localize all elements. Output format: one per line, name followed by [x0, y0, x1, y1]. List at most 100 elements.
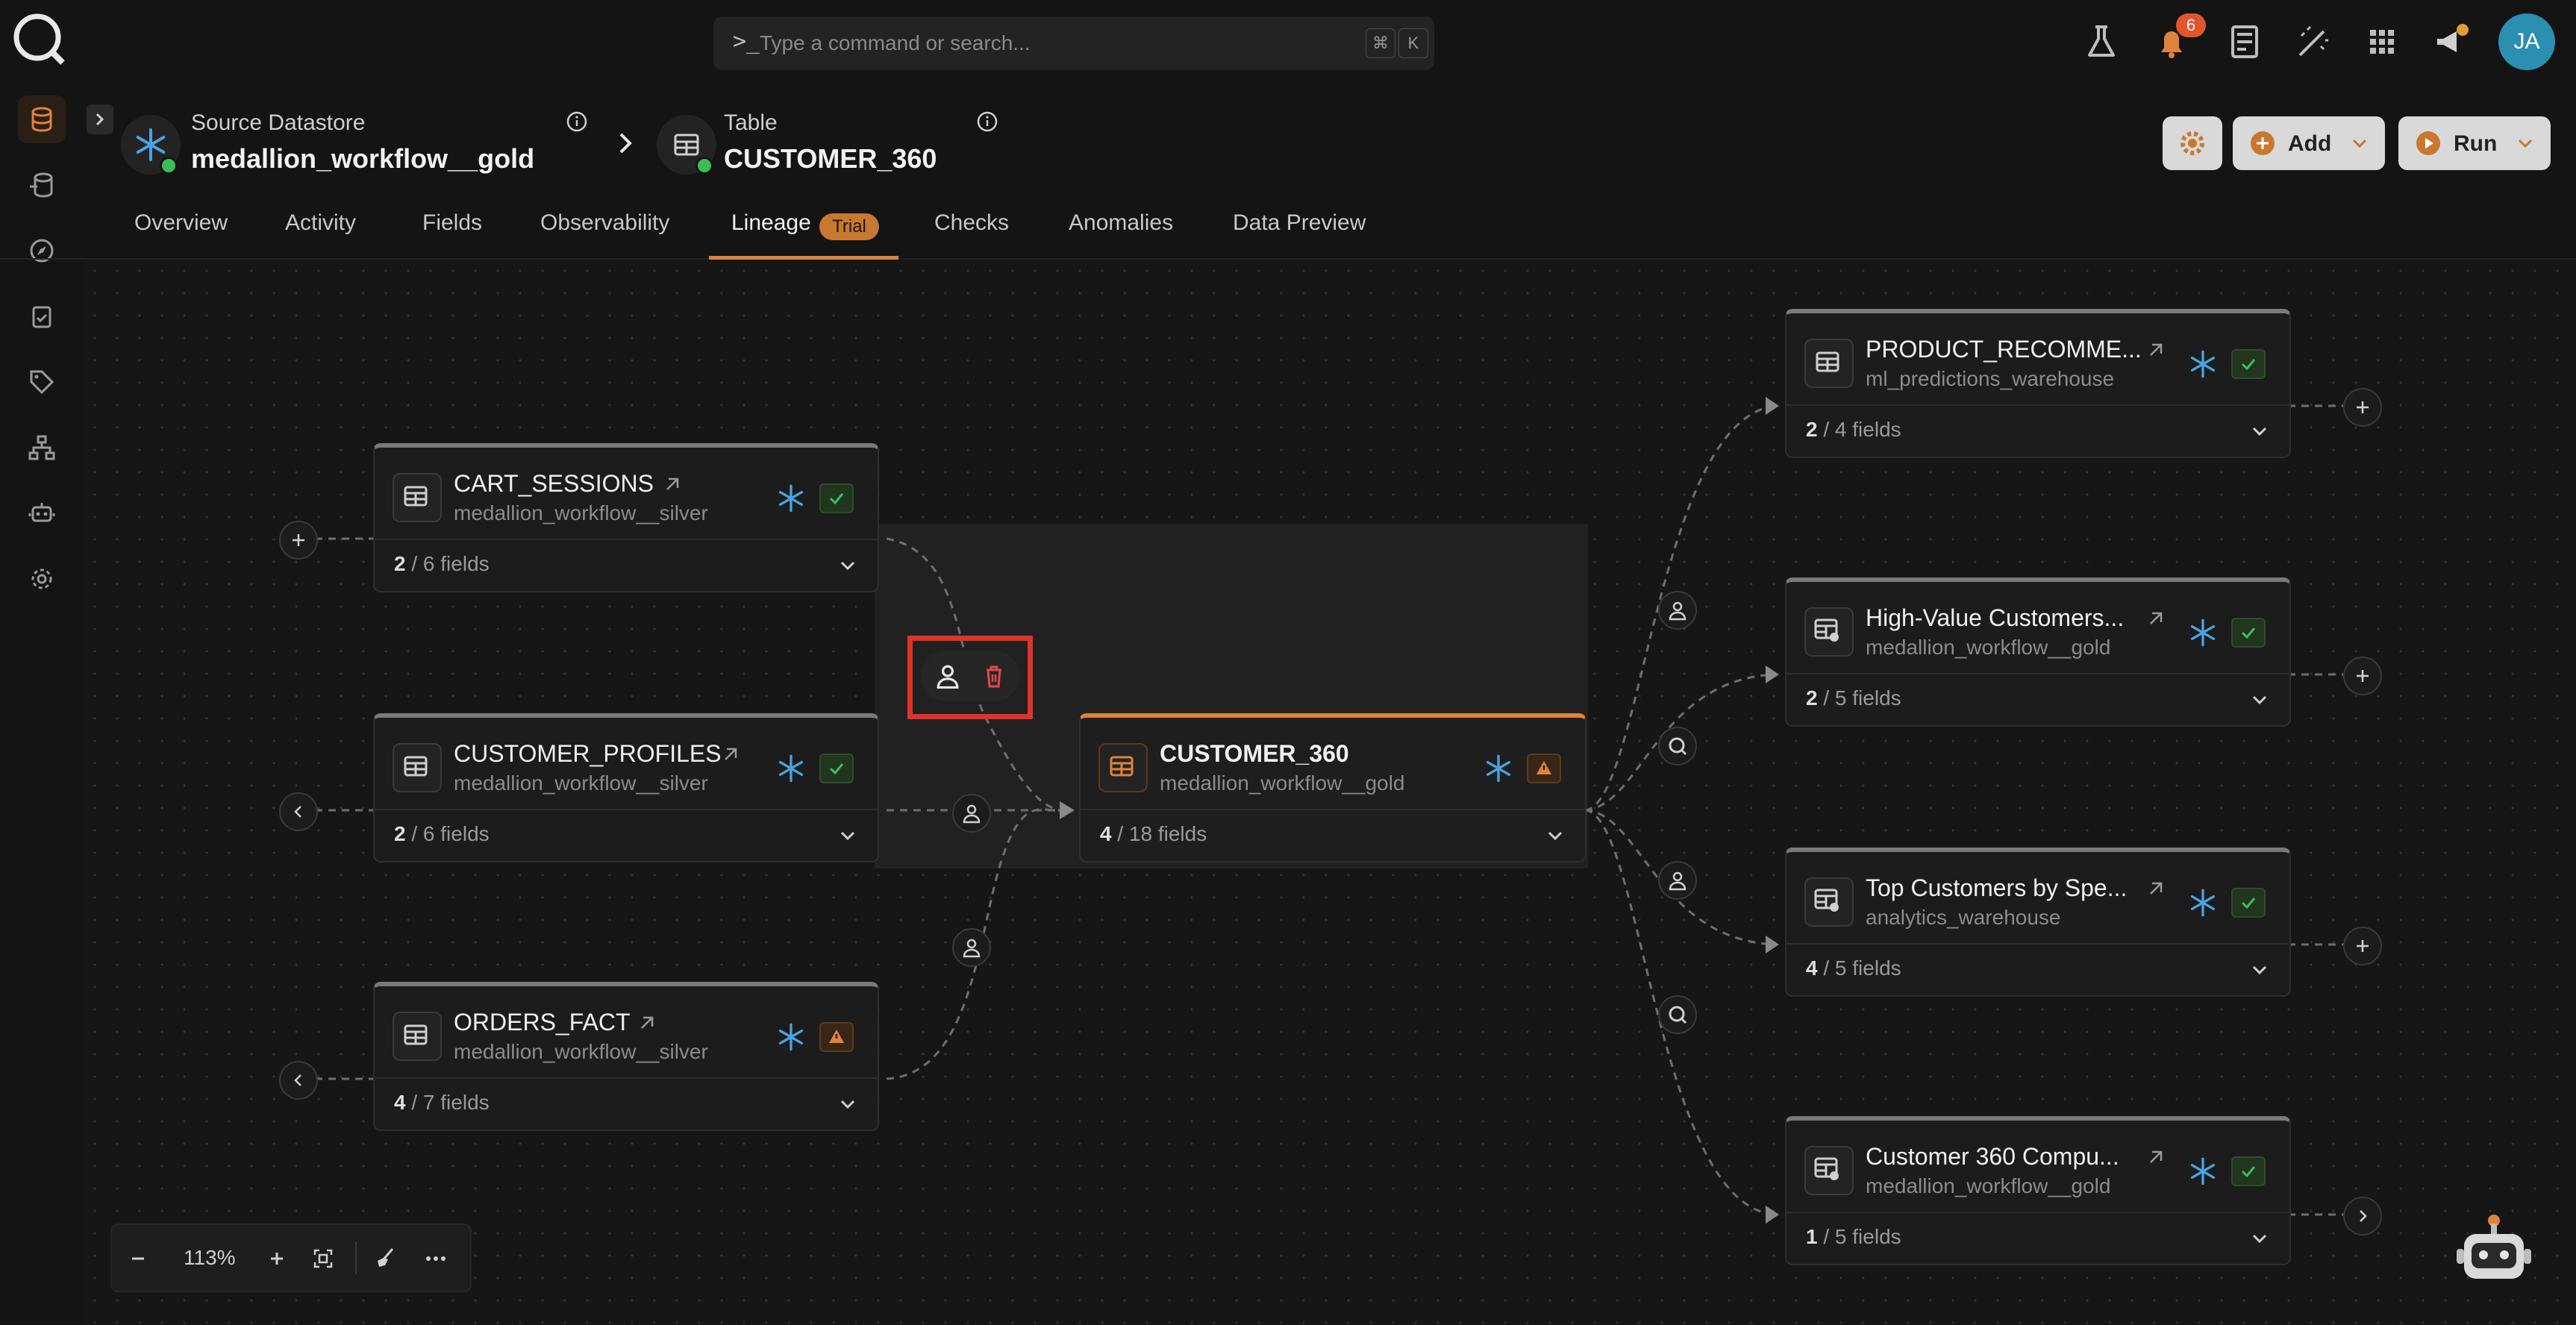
lineage-node-high-value-customers[interactable]: High-Value Customers... medallion_workfl…: [1785, 577, 2291, 727]
plus-icon: [2357, 670, 2369, 682]
external-link-icon[interactable]: [2145, 607, 2167, 630]
status-ok-badge: [819, 754, 854, 783]
fields-summary: 4 / 18 fields: [1100, 822, 1207, 845]
node-name: CUSTOMER_360: [1160, 740, 1349, 767]
node-datastore: medallion_workflow__gold: [1160, 771, 1405, 795]
node-name: PRODUCT_RECOMME...: [1866, 336, 2142, 363]
status-ok-badge: [2231, 618, 2266, 648]
fit-view-icon[interactable]: [312, 1247, 334, 1270]
external-link-icon[interactable]: [661, 473, 684, 495]
node-datastore: ml_predictions_warehouse: [1866, 367, 2115, 390]
chevron-down-icon[interactable]: [2249, 692, 2270, 707]
snowflake-icon: [2190, 1157, 2216, 1185]
node-datastore: medallion_workflow__gold: [1866, 1174, 2111, 1197]
edge-action-toolbar: [921, 651, 1019, 701]
external-link-icon[interactable]: [2145, 339, 2167, 361]
canvas-toolbar: 113%: [110, 1224, 472, 1292]
edge-owner-icon[interactable]: [952, 928, 991, 967]
edge-owner-icon[interactable]: [1658, 861, 1697, 900]
fields-summary: 4 / 5 fields: [1806, 956, 1901, 980]
trash-icon[interactable]: [981, 662, 1007, 689]
lineage-node-top-customers[interactable]: Top Customers by Spe... analytics_wareho…: [1785, 848, 2291, 997]
lineage-node-customer-360[interactable]: CUSTOMER_360 medallion_workflow__gold 4 …: [1079, 713, 1586, 862]
collapse-upstream-button[interactable]: [279, 1061, 318, 1100]
lineage-node-product-recomme[interactable]: PRODUCT_RECOMME... ml_predictions_wareho…: [1785, 309, 2291, 458]
node-name: Top Customers by Spe...: [1866, 874, 2128, 901]
external-link-icon[interactable]: [719, 743, 742, 765]
node-name: High-Value Customers...: [1866, 604, 2125, 631]
lineage-node-orders-fact[interactable]: ORDERS_FACT medallion_workflow__silver 4…: [373, 982, 879, 1131]
lineage-node-customer-profiles[interactable]: CUSTOMER_PROFILES medallion_workflow__si…: [373, 713, 879, 862]
node-name: CUSTOMER_PROFILES: [454, 740, 722, 767]
snowflake-icon: [1486, 754, 1511, 783]
edge-qualytics-icon[interactable]: [1658, 727, 1697, 765]
table-icon: [393, 473, 442, 522]
node-name: CART_SESSIONS: [454, 470, 654, 497]
expand-downstream-button[interactable]: [2343, 927, 2382, 965]
collapse-upstream-button[interactable]: [279, 792, 318, 831]
chevron-down-icon[interactable]: [2249, 1231, 2270, 1246]
external-link-icon[interactable]: [2145, 877, 2167, 900]
chevron-left-icon: [294, 806, 301, 818]
chevron-down-icon[interactable]: [2249, 962, 2270, 977]
lineage-node-cart-sessions[interactable]: CART_SESSIONS medallion_workflow__silver…: [373, 443, 879, 592]
expand-downstream-button[interactable]: [2343, 1197, 2382, 1235]
assistant-bot-button[interactable]: [2449, 1206, 2539, 1295]
status-ok-badge: [2231, 1156, 2266, 1186]
table-icon: [393, 743, 442, 792]
expand-upstream-button[interactable]: [279, 521, 318, 560]
status-ok-badge: [819, 483, 854, 513]
chevron-down-icon[interactable]: [837, 828, 858, 843]
external-link-icon[interactable]: [636, 1012, 658, 1034]
fields-summary: 2 / 6 fields: [394, 822, 490, 845]
status-ok-badge: [2231, 349, 2266, 379]
expand-downstream-button[interactable]: [2343, 388, 2382, 427]
fields-summary: 2 / 4 fields: [1806, 418, 1901, 441]
snowflake-icon: [778, 484, 804, 513]
owner-icon[interactable]: [934, 662, 961, 689]
node-datastore: medallion_workflow__silver: [454, 1040, 708, 1063]
status-warning-badge: [1527, 754, 1561, 783]
plus-icon: [2357, 401, 2369, 413]
snowflake-icon: [2190, 889, 2216, 917]
expand-downstream-button[interactable]: [2343, 657, 2382, 695]
plus-icon: [2357, 940, 2369, 952]
snowflake-icon: [778, 1023, 804, 1051]
computed-table-icon: [1804, 877, 1854, 927]
zoom-level: 113%: [184, 1246, 236, 1269]
status-ok-badge: [2231, 888, 2266, 918]
chevron-left-icon: [294, 1074, 301, 1086]
edge-owner-icon[interactable]: [952, 794, 991, 833]
broom-icon[interactable]: [373, 1246, 397, 1270]
table-icon: [1098, 743, 1148, 792]
external-link-icon[interactable]: [2145, 1146, 2167, 1168]
fields-summary: 4 / 7 fields: [394, 1091, 490, 1114]
edge-owner-icon[interactable]: [1658, 591, 1697, 630]
chevron-down-icon[interactable]: [837, 558, 858, 573]
robot-icon: [2457, 1215, 2531, 1279]
chevron-down-icon[interactable]: [837, 1097, 858, 1112]
zoom-in-icon[interactable]: [266, 1247, 288, 1270]
chevron-down-icon[interactable]: [1545, 828, 1566, 843]
node-datastore: medallion_workflow__silver: [454, 771, 708, 795]
snowflake-icon: [2190, 618, 2216, 647]
computed-table-icon: [1804, 1146, 1854, 1195]
chevron-down-icon[interactable]: [2249, 424, 2270, 439]
plus-icon: [293, 534, 304, 546]
table-icon: [393, 1012, 442, 1061]
node-datastore: medallion_workflow__silver: [454, 501, 708, 524]
node-datastore: medallion_workflow__gold: [1866, 636, 2111, 659]
zoom-out-icon[interactable]: [127, 1247, 149, 1270]
more-options-icon[interactable]: [422, 1247, 449, 1270]
node-datastore: analytics_warehouse: [1866, 906, 2061, 929]
edge-qualytics-icon[interactable]: [1658, 995, 1697, 1034]
lineage-node-customer-360-compu[interactable]: Customer 360 Compu... medallion_workflow…: [1785, 1116, 2291, 1265]
snowflake-icon: [778, 754, 804, 783]
fields-summary: 2 / 6 fields: [394, 552, 490, 575]
node-name: Customer 360 Compu...: [1866, 1143, 2119, 1170]
status-warning-badge: [819, 1022, 854, 1052]
table-icon: [1804, 339, 1854, 388]
fields-summary: 2 / 5 fields: [1806, 686, 1901, 710]
fields-summary: 1 / 5 fields: [1806, 1225, 1901, 1248]
snowflake-icon: [2190, 350, 2216, 378]
